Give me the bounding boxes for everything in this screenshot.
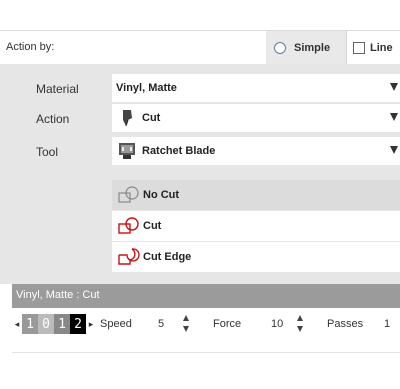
cut-knife-icon: [123, 110, 132, 127]
left-arrow-icon[interactable]: ◂: [12, 319, 22, 330]
cut-settings-panel: Action by: Simple Line Material Vinyl, M…: [0, 0, 400, 389]
no-cut-icon: [118, 186, 139, 203]
increment-arrow-icon[interactable]: [297, 315, 303, 321]
material-select[interactable]: Vinyl, Matte: [112, 74, 400, 102]
cut-icon: [118, 217, 139, 234]
tool-select[interactable]: Ratchet Blade: [112, 137, 400, 165]
cut-edge-option[interactable]: Cut Edge: [112, 242, 400, 272]
radio-icon: [274, 42, 286, 54]
action-by-label: Action by:: [6, 41, 55, 53]
cut-parameters-row: ◂ 1 0 1 2 ▸ Speed 5 Force 10 Passes 1: [12, 308, 400, 340]
cut-edge-label: Cut Edge: [143, 251, 192, 263]
simple-option[interactable]: Simple: [266, 31, 346, 65]
increment-arrow-icon[interactable]: [183, 315, 189, 321]
line-option-label: Line: [370, 42, 393, 54]
passes-label: Passes: [327, 318, 364, 330]
blade-digit: 0: [38, 314, 54, 334]
tool-label: Tool: [36, 145, 59, 159]
no-cut-option[interactable]: No Cut: [112, 180, 400, 210]
divider: [12, 352, 400, 353]
speed-value[interactable]: 5: [158, 318, 164, 330]
action-value: Cut: [142, 112, 161, 124]
blade-digit: 1: [54, 314, 70, 334]
action-select[interactable]: Cut: [112, 104, 400, 132]
cut-option[interactable]: Cut: [112, 211, 400, 241]
speed-stepper[interactable]: [183, 313, 191, 335]
material-label: Material: [36, 82, 79, 96]
material-value: Vinyl, Matte: [116, 82, 177, 94]
simple-option-label: Simple: [294, 42, 331, 54]
cut-label: Cut: [143, 220, 162, 232]
dropdown-arrow-icon: [390, 83, 398, 91]
square-icon: [353, 42, 365, 54]
force-value[interactable]: 10: [271, 318, 283, 330]
line-option[interactable]: Line: [346, 31, 400, 65]
tool-value: Ratchet Blade: [142, 145, 216, 157]
force-label: Force: [213, 318, 242, 330]
decrement-arrow-icon[interactable]: [297, 326, 303, 332]
cut-edge-icon: [118, 248, 140, 265]
action-label: Action: [36, 112, 70, 126]
ratchet-blade-icon: [119, 143, 135, 159]
blade-depth-control[interactable]: ◂ 1 0 1 2 ▸: [12, 314, 96, 334]
settings-panel: Material Vinyl, Matte Action Cut Tool Ra…: [0, 64, 400, 284]
blade-digit: 1: [22, 314, 38, 334]
dropdown-arrow-icon: [390, 146, 398, 154]
no-cut-label: No Cut: [143, 189, 180, 201]
cut-summary-text: Vinyl, Matte : Cut: [16, 289, 100, 301]
dropdown-arrow-icon: [390, 113, 398, 121]
passes-value[interactable]: 1: [384, 318, 390, 330]
speed-label: Speed: [100, 318, 132, 330]
action-by-row: Action by: Simple Line: [0, 30, 400, 65]
decrement-arrow-icon[interactable]: [183, 326, 189, 332]
blade-digit: 2: [70, 314, 86, 334]
force-stepper[interactable]: [297, 313, 305, 335]
right-arrow-icon[interactable]: ▸: [86, 319, 96, 330]
cut-summary-bar: Vinyl, Matte : Cut: [12, 284, 400, 308]
